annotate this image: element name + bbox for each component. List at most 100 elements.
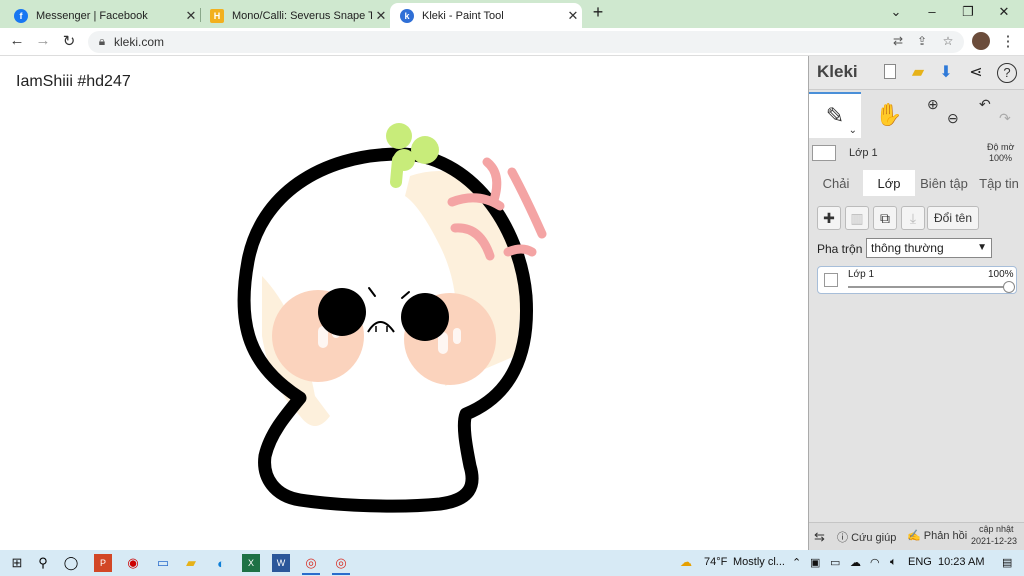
translate-icon[interactable]: ⇄ [890,34,906,48]
current-layer-info: Lớp 1 Độ mờ 100% [809,140,1024,168]
avatar[interactable] [972,32,990,50]
notification-icon[interactable]: ▤ [1002,556,1012,569]
open-folder-icon[interactable]: ▰ [907,62,929,84]
clock-time[interactable]: 10:23 AM [938,556,984,568]
zoom-tools[interactable]: ⊕ ⊖ [919,92,971,138]
cloud-icon[interactable]: ☁ [850,556,861,569]
search-icon[interactable]: ⚲ [34,554,52,572]
close-icon[interactable]: ✕ [564,8,582,24]
chrome-icon[interactable]: ◎ [332,554,350,572]
weather-desc[interactable]: Mostly cl... [733,556,785,568]
opacity-label: Độ mờ [987,142,1015,152]
layer-opacity-slider[interactable] [848,281,1015,293]
help-link[interactable]: ⓘ Cứu giúp [837,529,896,545]
update-date[interactable]: 2021-12-23 [971,536,1017,546]
wifi-icon[interactable]: ◠ [870,556,880,569]
word-icon[interactable]: W [272,554,290,572]
panel-tabs: Chải Lớp Biên tập Tập tin [809,170,1024,196]
file-explorer-icon[interactable]: ▰ [182,554,200,572]
tab-edit[interactable]: Biên tập [915,170,973,196]
current-layer-name: Lớp 1 [849,147,878,159]
tab-brush[interactable]: Chải [809,170,863,196]
language-indicator[interactable]: ENG [908,556,932,568]
download-icon[interactable]: ⬇ [935,62,957,84]
undo-icon[interactable]: ↶ [979,96,991,113]
kleki-side-panel: Kleki ▰ ⬇ ⋖ ? ✎ ⌄ ✋ ⊕ ⊖ ↶ ↷ Lớp 1 Độ mờ … [808,56,1024,550]
layer-name: Lớp 1 [848,269,875,280]
brush-icon: ✎ [825,103,845,128]
blend-mode-value: thông thường [871,241,944,255]
panel-footer: ⇆ ⓘ Cứu giúp ✍ Phản hồi cập nhật 2021-12… [809,522,1024,550]
duplicate-layer-button[interactable]: ⧉ [873,206,897,230]
close-icon[interactable]: ✕ [182,8,200,24]
kleki-logo: Kleki [817,62,858,81]
merge-layer-button[interactable]: ⤓ [901,206,925,230]
task-view-icon[interactable]: ◯ [62,554,80,572]
reload-icon[interactable]: ↻ [59,32,79,50]
help-icon[interactable]: ? [997,63,1017,83]
tab-layer[interactable]: Lớp [863,170,915,196]
tab-strip: f Messenger | Facebook ✕ H Mono/Calli: S… [0,0,1024,28]
brush-tool[interactable]: ✎ ⌄ [809,92,861,138]
slider-knob[interactable] [1003,281,1015,293]
chevron-up-icon[interactable]: ⌃ [792,556,801,569]
update-label[interactable]: cập nhật [979,524,1014,534]
delete-layer-button[interactable]: ▥ [845,206,869,230]
undo-redo-tools[interactable]: ↶ ↷ [971,92,1023,138]
powerpoint-icon[interactable]: P [94,554,112,572]
feedback-link[interactable]: ✍ Phản hồi [907,529,967,542]
blend-mode-select[interactable]: thông thường ▼ [866,238,992,258]
hand-tool[interactable]: ✋ [863,92,915,138]
windows-taskbar: ⊞ ⚲ ◯ P ◉ ▭ ▰ ◐ X W ◎ ◎ ☁ 74°F Mostly cl… [0,550,1024,576]
share-icon[interactable]: ⋖ [965,62,987,84]
weather-icon[interactable]: ☁ [680,555,692,569]
forward-icon[interactable]: → [33,32,53,49]
rename-layer-button[interactable]: Đổi tên [927,206,980,230]
weather-temp[interactable]: 74°F [704,556,727,568]
share-icon[interactable]: ⇪ [914,34,930,48]
tab-mono-calli[interactable]: H Mono/Calli: Severus Snape Tone ✕ [200,3,390,28]
swap-side-icon[interactable]: ⇆ [814,529,825,545]
zoom-out-icon[interactable]: ⊖ [947,110,959,127]
facebook-icon: f [14,8,28,23]
menu-dots-icon[interactable]: ⋮ [998,32,1018,50]
hammer-icon: H [210,8,224,23]
tab-messenger[interactable]: f Messenger | Facebook ✕ [4,3,200,28]
layer-thumbnail [812,145,836,161]
plus-icon: ✚ [823,209,835,226]
kleki-icon: k [400,8,414,23]
new-tab-button[interactable]: + [588,2,608,23]
tab-search-icon[interactable]: ⌄ [886,4,906,20]
excel-icon[interactable]: X [242,554,260,572]
address-bar[interactable]: 🔒︎ kleki.com ⇄ ⇪ ☆ [88,31,964,53]
new-file-icon[interactable] [879,62,901,84]
tab-file[interactable]: Tập tin [973,170,1024,196]
tab-kleki[interactable]: k Kleki - Paint Tool ✕ [390,3,582,28]
chevron-down-icon[interactable]: ⌄ [849,125,857,136]
add-layer-button[interactable]: ✚ [817,206,841,230]
character-drawing [237,123,547,513]
layer-list-item[interactable]: Lớp 1 100% [817,266,1017,294]
url-text[interactable]: kleki.com [114,35,164,49]
merge-down-icon: ⤓ [909,209,917,226]
battery-icon[interactable]: ▭ [830,556,840,569]
redo-icon[interactable]: ↷ [999,110,1011,127]
app-icon[interactable]: ◉ [124,554,142,572]
lock-icon[interactable]: 🔒︎ [94,34,110,49]
restore-icon[interactable]: ❐ [958,4,978,20]
back-icon[interactable]: ← [7,32,27,49]
feedback-icon: ✍ [907,530,921,542]
defender-icon[interactable]: ▣ [810,556,820,569]
windows-start-icon[interactable]: ⊞ [8,554,26,572]
volume-icon[interactable]: 🔈︎ [890,556,897,569]
close-window-icon[interactable]: ✕ [994,4,1014,20]
bookmark-star-icon[interactable]: ☆ [940,34,956,48]
minimize-icon[interactable]: – [922,4,942,19]
drawing-canvas[interactable]: IamShiii #hd247 [0,56,808,550]
chrome-icon[interactable]: ◎ [302,554,320,572]
edge-icon[interactable]: ◐ [212,554,230,572]
close-icon[interactable]: ✕ [372,8,390,24]
monitor-icon[interactable]: ▭ [154,554,172,572]
tools-row: ✎ ⌄ ✋ ⊕ ⊖ ↶ ↷ [809,92,1024,138]
zoom-in-icon[interactable]: ⊕ [927,96,939,113]
